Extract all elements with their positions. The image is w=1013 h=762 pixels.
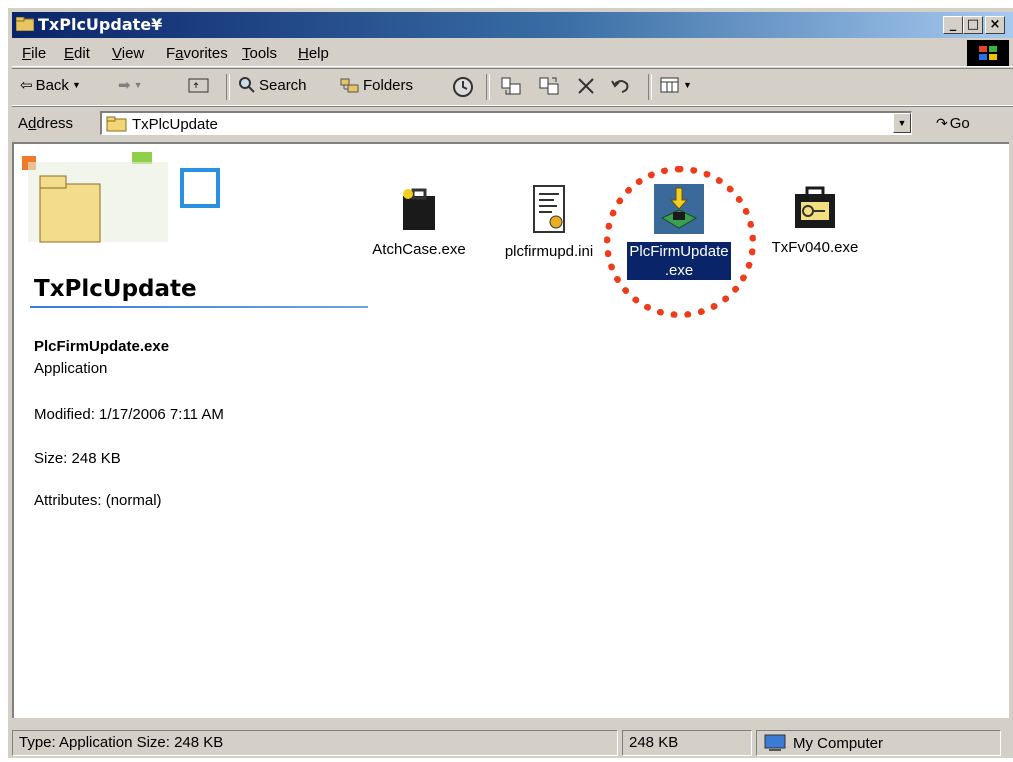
up-folder-button[interactable] bbox=[188, 76, 210, 94]
views-button[interactable]: ▼ bbox=[660, 76, 692, 94]
maximize-button[interactable]: □ bbox=[963, 16, 983, 34]
history-button[interactable] bbox=[452, 76, 474, 98]
menu-help[interactable]: Help bbox=[298, 45, 329, 62]
toolbar: ⇦ Back ▼ ➡ ▼ Search Folders ▼ bbox=[12, 68, 1013, 106]
go-button[interactable]: ↷ Go bbox=[936, 115, 970, 132]
copy-to-button[interactable] bbox=[538, 76, 560, 96]
window-title: TxPlcUpdate¥ bbox=[38, 15, 163, 34]
copy-to-icon bbox=[539, 77, 559, 95]
folder-icon bbox=[106, 115, 128, 136]
selected-file-type: Application bbox=[34, 360, 108, 377]
status-zone: My Computer bbox=[756, 730, 1001, 756]
folder-icon bbox=[15, 16, 35, 32]
address-input[interactable]: TxPlcUpdate ▼ bbox=[100, 111, 912, 135]
back-arrow-icon: ⇦ bbox=[20, 77, 33, 94]
address-dropdown-button[interactable]: ▼ bbox=[893, 113, 911, 133]
selected-file-modified: Modified: 1/17/2006 7:11 AM bbox=[34, 406, 224, 423]
undo-icon bbox=[611, 80, 629, 93]
folder-banner-icon bbox=[22, 152, 220, 243]
dropdown-arrow-icon: ▼ bbox=[71, 80, 81, 90]
status-info: Type: Application Size: 248 KB bbox=[12, 730, 618, 756]
windows-logo-icon bbox=[967, 40, 1009, 66]
delete-icon bbox=[578, 78, 594, 94]
file-item-txfv040[interactable]: TxFv040.exe bbox=[750, 184, 880, 257]
selected-file-attributes: Attributes: (normal) bbox=[34, 492, 162, 509]
dropdown-arrow-icon: ▼ bbox=[133, 80, 143, 90]
move-to-icon bbox=[501, 77, 521, 95]
title-bar[interactable]: TxPlcUpdate¥ _ □ × bbox=[12, 12, 1013, 38]
address-label: Address bbox=[18, 115, 74, 132]
close-button[interactable]: × bbox=[985, 16, 1005, 34]
selected-file-name: PlcFirmUpdate.exe bbox=[34, 338, 170, 355]
menu-view[interactable]: View bbox=[112, 45, 144, 62]
menu-favorites[interactable]: Favorites bbox=[166, 45, 228, 62]
delete-button[interactable] bbox=[576, 76, 596, 96]
menu-file[interactable]: File bbox=[22, 45, 46, 62]
dropdown-arrow-icon: ▼ bbox=[683, 80, 692, 90]
up-folder-icon bbox=[188, 78, 209, 93]
search-button[interactable]: Search bbox=[238, 76, 307, 94]
status-size: 248 KB bbox=[622, 730, 752, 756]
undo-button[interactable] bbox=[610, 76, 632, 96]
divider bbox=[30, 306, 368, 308]
go-arrow-icon: ↷ bbox=[936, 115, 948, 131]
selected-file-size: Size: 248 KB bbox=[34, 450, 121, 467]
menu-bar: File Edit View Favorites Tools Help bbox=[12, 40, 1013, 67]
status-bar: Type: Application Size: 248 KB 248 KB My… bbox=[12, 720, 1013, 756]
folders-icon bbox=[340, 78, 359, 93]
briefcase-icon bbox=[403, 188, 435, 230]
explorer-window: TxPlcUpdate¥ _ □ × File Edit View Favori… bbox=[6, 6, 1013, 758]
address-bar: Address TxPlcUpdate ▼ ↷ Go bbox=[12, 106, 1013, 141]
forward-button[interactable]: ➡ ▼ bbox=[118, 76, 143, 94]
highlight-circle bbox=[604, 166, 756, 318]
key-case-icon bbox=[795, 186, 835, 228]
minimize-button[interactable]: _ bbox=[943, 16, 963, 34]
menu-edit[interactable]: Edit bbox=[64, 45, 90, 62]
address-value: TxPlcUpdate bbox=[132, 116, 218, 133]
folder-view[interactable]: TxPlcUpdate PlcFirmUpdate.exe Applicatio… bbox=[12, 142, 1009, 718]
views-icon bbox=[660, 77, 679, 93]
move-to-button[interactable] bbox=[500, 76, 522, 96]
back-button[interactable]: ⇦ Back ▼ bbox=[20, 76, 81, 95]
folders-button[interactable]: Folders bbox=[340, 76, 413, 94]
forward-arrow-icon: ➡ bbox=[118, 77, 131, 94]
folder-title: TxPlcUpdate bbox=[34, 276, 197, 302]
file-item-atchcase[interactable]: AtchCase.exe bbox=[354, 184, 484, 259]
config-file-icon bbox=[533, 185, 565, 233]
file-item-plcfirmupd-ini[interactable]: plcfirmupd.ini bbox=[484, 184, 614, 261]
search-icon bbox=[239, 77, 255, 93]
history-icon bbox=[453, 77, 473, 97]
menu-tools[interactable]: Tools bbox=[242, 45, 277, 62]
my-computer-icon bbox=[764, 734, 786, 751]
